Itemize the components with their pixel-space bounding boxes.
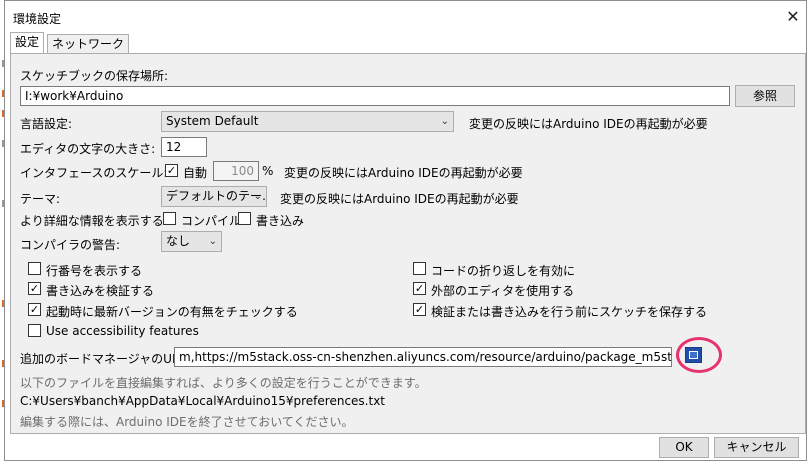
preferences-dialog: 環境設定 ✕ 設定 ネットワーク スケッチブックの保存場所: I:¥work¥A… (4, 0, 807, 461)
tab-network[interactable]: ネットワーク (47, 34, 130, 54)
cancel-button[interactable]: キャンセル (714, 437, 799, 458)
theme-label: テーマ: (20, 192, 61, 206)
check-updates-checkbox[interactable]: ✓ (28, 303, 41, 316)
language-label: 言語設定: (20, 117, 73, 131)
preferences-file-path: C:¥Users¥banch¥AppData¥Local¥Arduino15¥p… (20, 394, 386, 408)
scale-restart-note: 変更の反映にはArduino IDEの再起動が必要 (284, 166, 523, 180)
verbose-upload-checkbox[interactable] (238, 212, 251, 225)
external-editor-checkbox[interactable]: ✓ (413, 282, 426, 295)
show-line-numbers-checkbox[interactable] (28, 262, 41, 275)
save-before-verify-label: 検証または書き込みを行う前にスケッチを保存する (431, 305, 708, 319)
tab-settings[interactable]: 設定 (10, 32, 45, 54)
ok-button[interactable]: OK (659, 437, 709, 458)
warnings-select[interactable]: なし ⌄ (161, 231, 222, 252)
sketchbook-path-input[interactable]: I:¥work¥Arduino (20, 86, 730, 106)
sketchbook-label: スケッチブックの保存場所: (20, 69, 169, 83)
boards-url-input[interactable]: m,https://m5stack.oss-cn-shenzhen.aliyun… (174, 347, 672, 367)
verbose-upload-label: 書き込み (256, 214, 305, 228)
scale-auto-checkbox[interactable]: ✓ (165, 164, 178, 177)
window-title: 環境設定 (13, 12, 62, 26)
verbose-compile-checkbox[interactable] (163, 212, 176, 225)
warnings-select-value: なし (166, 234, 191, 248)
boards-url-label: 追加のボードマネージャのURL: (20, 352, 192, 366)
warnings-label: コンパイラの警告: (20, 238, 121, 252)
browse-button[interactable]: 参照 (735, 85, 795, 107)
accessibility-checkbox[interactable] (28, 324, 41, 337)
check-updates-label: 起動時に最新バージョンの有無をチェックする (46, 305, 298, 319)
verify-upload-label: 書き込みを検証する (46, 284, 155, 298)
chevron-down-icon: ⌄ (440, 116, 449, 127)
code-folding-label: コードの折り返しを有効に (431, 264, 576, 278)
close-icon[interactable]: ✕ (780, 5, 806, 29)
settings-panel: スケッチブックの保存場所: I:¥work¥Arduino 参照 言語設定: S… (10, 53, 806, 434)
language-select-value: System Default (166, 114, 259, 128)
theme-restart-note: 変更の反映にはArduino IDEの再起動が必要 (280, 192, 519, 206)
highlight-circle-annotation (676, 337, 722, 373)
info-line-2: 編集する際には、Arduino IDEを終了させておいてください。 (20, 415, 354, 429)
font-size-label: エディタの文字の大きさ: (20, 142, 156, 156)
font-size-input[interactable]: 12 (161, 137, 207, 157)
theme-select-value: デフォルトのテー… (166, 189, 267, 203)
language-select[interactable]: System Default ⌄ (161, 111, 454, 132)
chevron-down-icon: ⌄ (253, 191, 262, 202)
verbose-compile-label: コンパイル (181, 214, 242, 228)
verbose-label: より詳細な情報を表示する: (20, 214, 168, 228)
theme-select[interactable]: デフォルトのテー… ⌄ (161, 186, 267, 207)
scale-auto-label: 自動 (183, 166, 208, 180)
external-editor-label: 外部のエディタを使用する (431, 284, 575, 298)
scale-percent-input[interactable]: 100 (213, 161, 259, 181)
verify-upload-checkbox[interactable]: ✓ (28, 282, 41, 295)
scale-label: インタフェースのスケール: (20, 166, 168, 180)
code-folding-checkbox[interactable] (413, 262, 426, 275)
scale-unit: % (262, 164, 274, 178)
chevron-down-icon: ⌄ (208, 236, 217, 247)
info-line-1: 以下のファイルを直接編集すれば、より多くの設定を行うことができます。 (20, 376, 427, 390)
save-before-verify-checkbox[interactable]: ✓ (413, 303, 426, 316)
language-restart-note: 変更の反映にはArduino IDEの再起動が必要 (469, 117, 708, 131)
accessibility-label: Use accessibility features (46, 324, 199, 338)
show-line-numbers-label: 行番号を表示する (46, 264, 143, 278)
